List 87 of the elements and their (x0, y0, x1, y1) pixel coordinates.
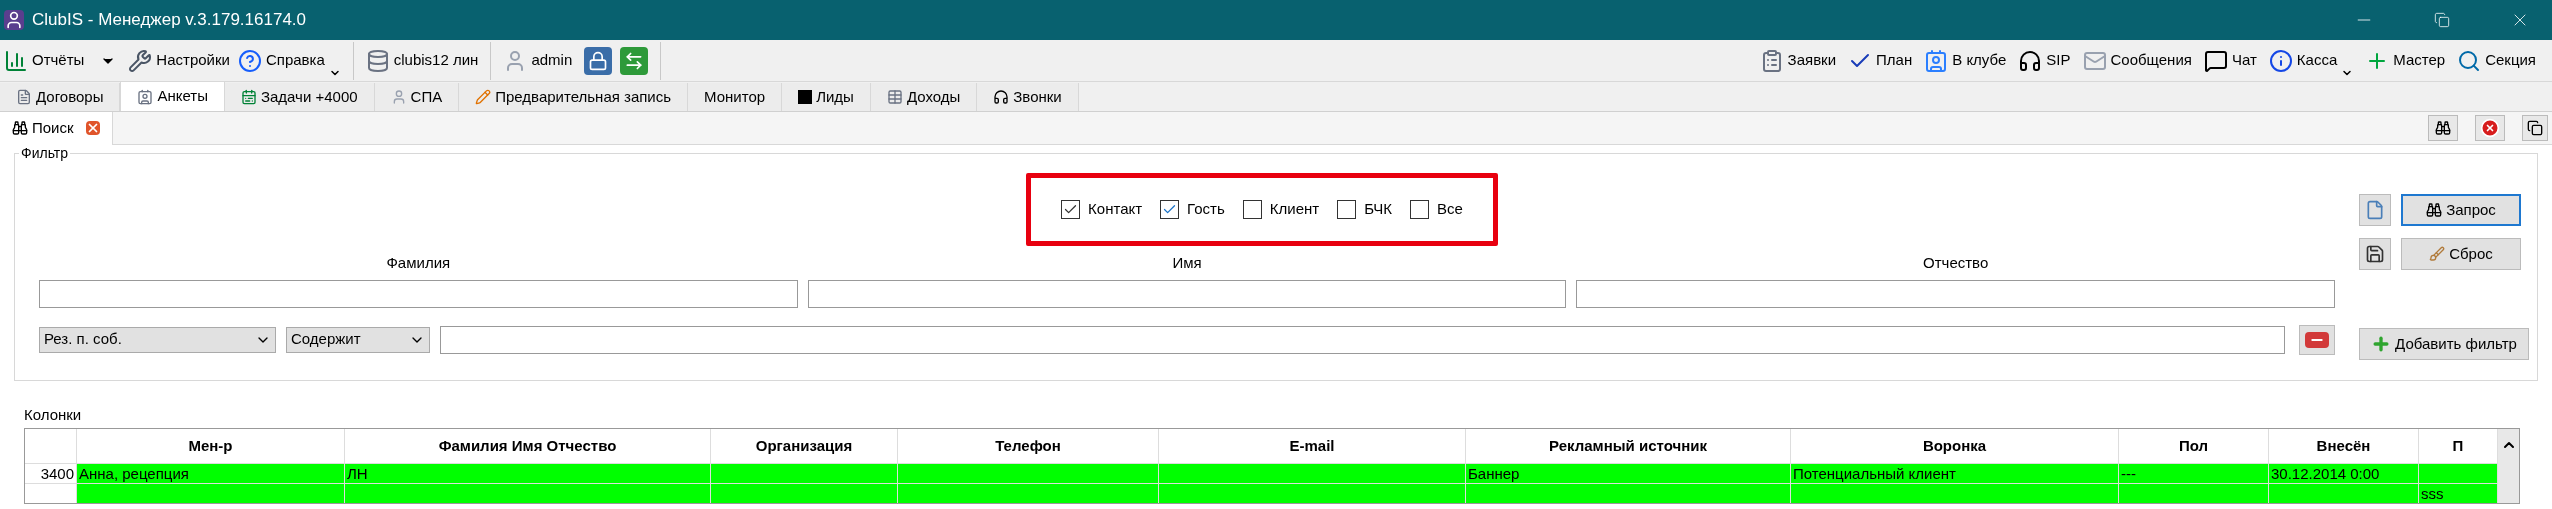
pencil-icon (475, 89, 492, 105)
checkbox[interactable] (1242, 199, 1262, 219)
restore-icon[interactable] (2434, 12, 2450, 28)
field-label: Отчество (1923, 253, 1989, 273)
checkbox-label: Все (1437, 198, 1463, 219)
window-menu-button[interactable] (2522, 115, 2548, 141)
floppy-icon (2365, 244, 2385, 264)
scrollbar[interactable] (2498, 429, 2519, 503)
toolbar-button[interactable]: SIP (2012, 42, 2077, 79)
toolbar-button[interactable]: clubis12 лин (361, 42, 483, 79)
checkbox-label: Контакт (1088, 198, 1143, 219)
text-field[interactable] (1576, 279, 2335, 308)
windows-icon (2527, 120, 2543, 136)
tab[interactable]: Лиды (782, 83, 871, 111)
window-title: ClubIS - Менеджер v.3.179.16174.0 (32, 9, 306, 32)
remove-button[interactable] (2299, 324, 2335, 355)
close-icon (85, 121, 100, 135)
toolbar-button[interactable]: Секция (2451, 42, 2542, 79)
tab[interactable]: Доходы (870, 83, 978, 111)
chart-icon (4, 48, 28, 73)
checkbox[interactable] (1160, 199, 1180, 219)
checkbox[interactable] (1061, 199, 1081, 219)
app-icon (4, 10, 24, 30)
tab[interactable]: Задачи +4000 (224, 83, 375, 111)
toolbar-button[interactable]: Чат (2197, 42, 2263, 79)
toolbar-button[interactable]: План (1842, 42, 1919, 79)
tab[interactable]: Договоры (0, 83, 121, 111)
toolbar-button[interactable]: Заявки (1753, 42, 1843, 79)
toolbar-button[interactable]: admin (499, 42, 577, 79)
toolbar-button[interactable]: Касса (2262, 42, 2360, 79)
card-icon (137, 88, 154, 105)
dropdown[interactable]: Рез. п. соб. (39, 326, 276, 353)
add-filter-button[interactable]: Добавить фильтр (2359, 328, 2529, 360)
tab[interactable]: Поиск (0, 111, 113, 145)
table-row[interactable]: 3400 Анна, рецепция ЛН Баннер Потенциальный клиент --- 30.12.2014 0:00 (25, 463, 2498, 483)
table-cell: 3400 (25, 464, 77, 483)
toolbar-button[interactable]: Мастер (2359, 42, 2452, 79)
help-icon (237, 48, 262, 73)
info-icon (2268, 48, 2293, 73)
open-button[interactable] (2359, 194, 2391, 226)
lock-icon[interactable] (584, 46, 613, 75)
toolbar-button[interactable]: Сообщения (2076, 42, 2198, 79)
field-label: Фамилия (386, 253, 451, 273)
headset-icon (2018, 48, 2043, 73)
search-button[interactable] (2428, 115, 2458, 141)
toolbar-button[interactable]: Отчёты (0, 42, 125, 79)
text-field[interactable] (39, 279, 798, 308)
headset-icon (993, 89, 1010, 105)
dropdown[interactable]: Содержит (286, 326, 430, 353)
tab[interactable]: СПА (374, 83, 460, 111)
checkbox-label: Клиент (1269, 198, 1320, 219)
tab[interactable]: Анкеты (120, 81, 225, 111)
binoculars-icon (2426, 202, 2443, 218)
checkbox[interactable] (1410, 199, 1430, 219)
tab[interactable]: Предварительная запись (459, 83, 689, 111)
document-icon (16, 89, 32, 105)
toolbar-button[interactable]: Справка (233, 42, 345, 79)
toolbar-button[interactable]: В клубе (1918, 42, 2013, 79)
magnifier-icon (2457, 48, 2482, 73)
square-icon (798, 90, 813, 104)
database-icon (365, 48, 390, 73)
checkbox-label: БЧК (1364, 198, 1393, 219)
query-button[interactable]: Запрос (2401, 194, 2521, 226)
exit-icon[interactable] (620, 46, 649, 75)
close-button[interactable] (2475, 115, 2505, 141)
binoculars-icon (12, 120, 28, 136)
minus-icon (2305, 331, 2329, 348)
binoculars-icon (2435, 120, 2451, 136)
value-field[interactable] (440, 325, 2285, 354)
field-label: Имя (1172, 253, 1202, 273)
table-cell (25, 484, 77, 503)
contact-card-icon (1924, 48, 1949, 73)
reset-button[interactable]: Сброс (2401, 238, 2521, 270)
chat-icon (2203, 48, 2228, 73)
document-icon (2365, 200, 2385, 220)
tab[interactable]: Звонки (977, 83, 1079, 111)
section-title: Колонки (24, 405, 83, 425)
checkbox[interactable] (1337, 199, 1357, 219)
table-icon (886, 89, 903, 105)
tab[interactable]: Монитор (688, 83, 783, 111)
close-icon (2480, 118, 2500, 138)
save-button[interactable] (2359, 238, 2391, 270)
table-row[interactable]: sss (25, 483, 2498, 503)
wrench-icon (128, 48, 153, 73)
checkbox-label: Гость (1187, 198, 1225, 219)
text-field[interactable] (807, 279, 1567, 308)
toolbar-button[interactable]: Настройки (124, 42, 234, 79)
